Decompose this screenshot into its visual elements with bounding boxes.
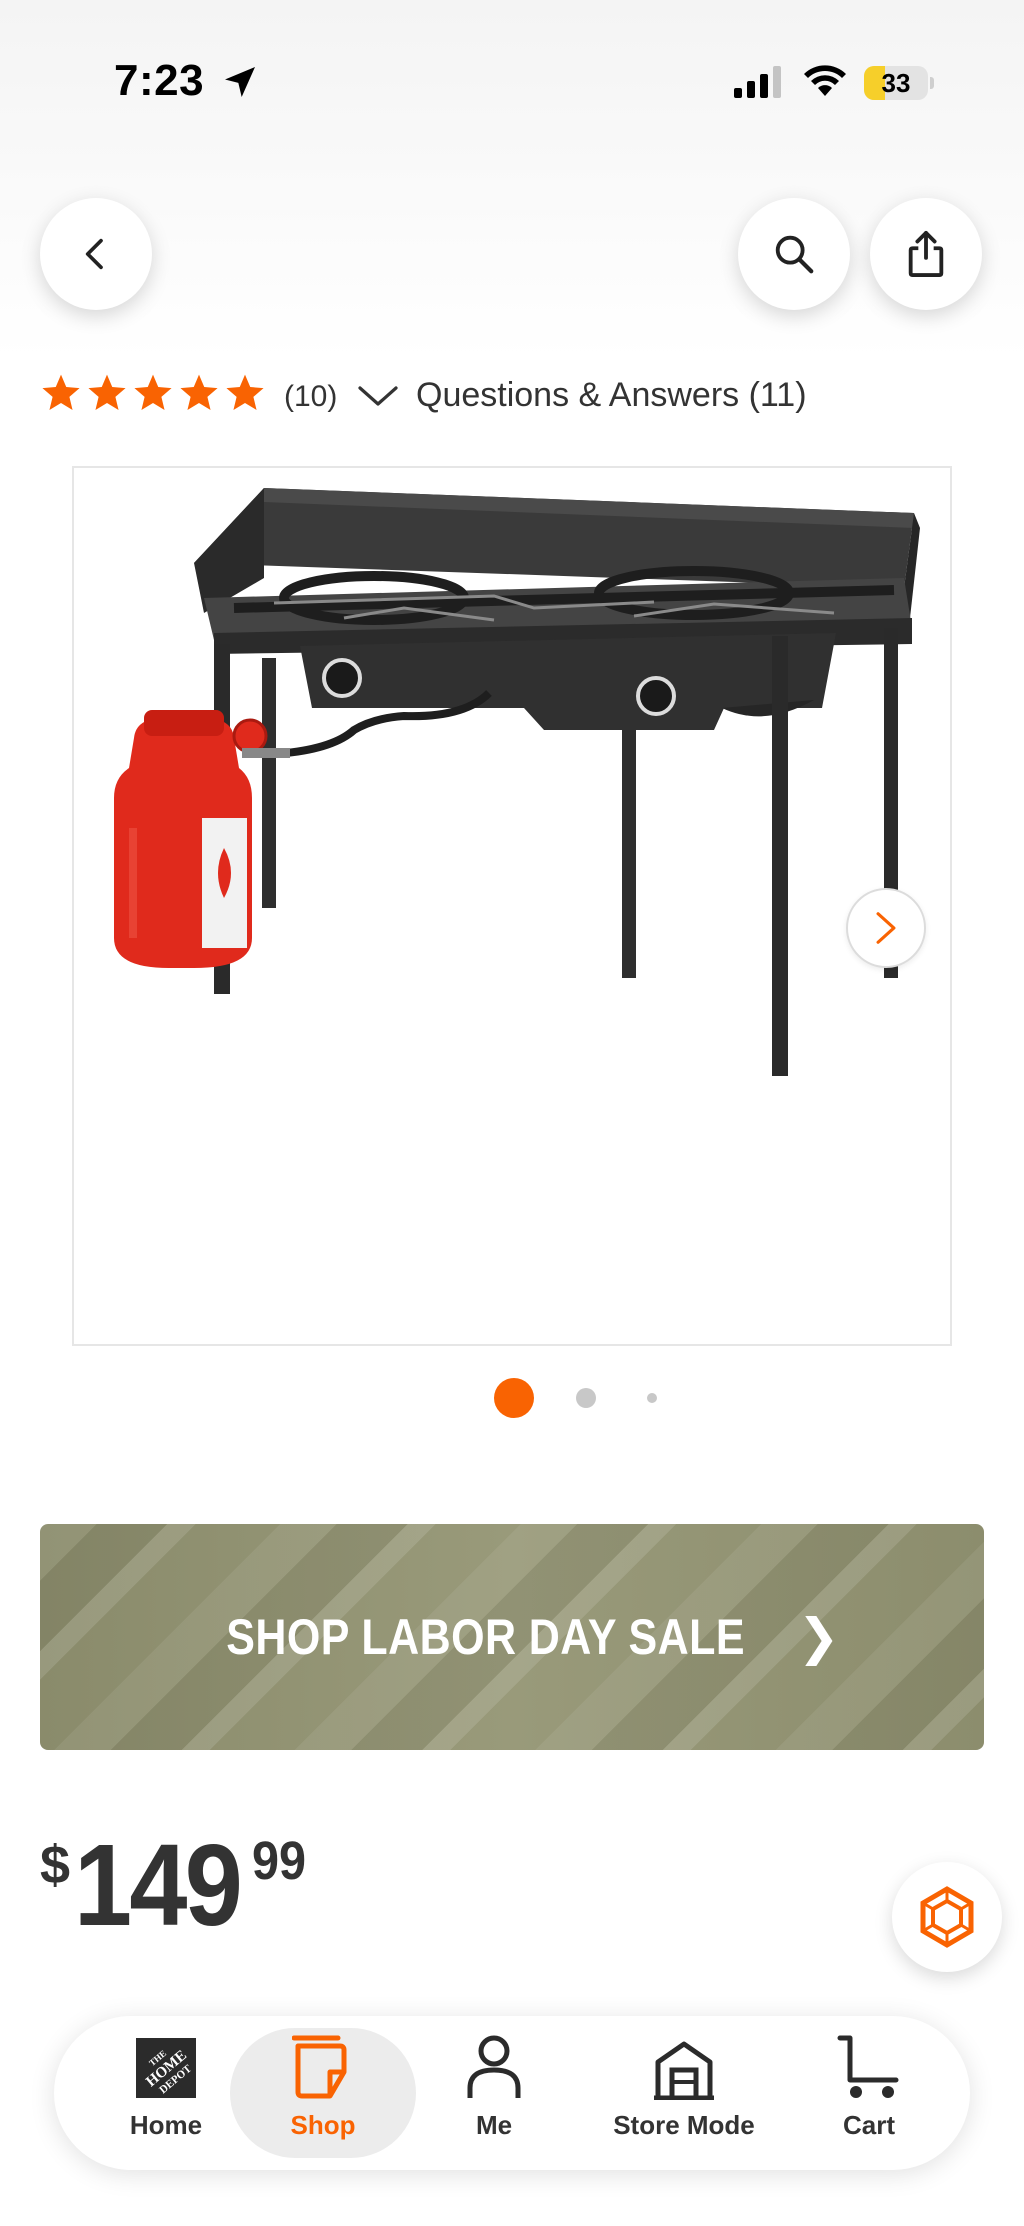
nav-home[interactable]: THE HOME DEPOT Home <box>98 2028 234 2158</box>
price-dollars: 149 <box>74 1820 243 1950</box>
search-icon <box>775 235 814 274</box>
price-currency: $ <box>40 1835 71 1895</box>
cellular-signal-icon <box>734 66 781 98</box>
nav-home-label: Home <box>129 2110 203 2140</box>
rating-row: (10) Questions & Answers (11) <box>40 370 1000 426</box>
camp-stove-image <box>114 488 920 1076</box>
star-rating[interactable] <box>40 372 266 414</box>
product-image[interactable] <box>72 466 952 1346</box>
share-button[interactable] <box>870 198 982 310</box>
image-pagination <box>0 1378 1024 1418</box>
star-icon <box>88 374 126 410</box>
wifi-icon <box>804 65 846 96</box>
person-icon <box>467 2035 521 2098</box>
shop-bag-icon <box>292 2035 347 2099</box>
status-time: 7:23 <box>114 56 205 105</box>
home-depot-logo-icon: THE HOME DEPOT <box>136 2038 196 2098</box>
chevron-left-icon <box>85 238 103 270</box>
pagination-dot-active[interactable] <box>494 1378 534 1418</box>
pagination-dot[interactable] <box>647 1393 657 1403</box>
star-icon <box>42 374 80 410</box>
nav-shop[interactable]: Shop <box>230 2028 416 2158</box>
search-button[interactable] <box>738 198 850 310</box>
labor-day-sale-banner[interactable]: SHOP LABOR DAY SALE ❯ <box>40 1524 984 1750</box>
share-icon <box>908 231 944 278</box>
star-icon <box>134 374 172 410</box>
chevron-right-icon <box>876 912 896 944</box>
store-icon <box>654 2041 714 2100</box>
chevron-down-icon[interactable] <box>356 380 400 412</box>
sale-banner-label: SHOP LABOR DAY SALE <box>226 1609 746 1665</box>
status-bar: 7:23 33 <box>0 0 1024 170</box>
battery-percent: 33 <box>881 68 911 98</box>
location-arrow-icon <box>225 67 255 97</box>
nav-store-mode[interactable]: Store Mode <box>594 2028 774 2158</box>
pagination-dot[interactable] <box>576 1388 596 1408</box>
assistant-button[interactable] <box>892 1862 1002 1972</box>
hexagon-logo-icon <box>920 1886 974 1948</box>
nav-me-label: Me <box>475 2110 513 2140</box>
star-icon <box>180 374 218 410</box>
bottom-navigation: THE HOME DEPOT Home Shop Me Store Mode C… <box>54 2016 970 2170</box>
price-cents: 99 <box>252 1831 307 1891</box>
nav-shop-label: Shop <box>290 2110 356 2140</box>
next-image-button[interactable] <box>846 888 926 968</box>
nav-cart[interactable]: Cart <box>814 2028 924 2158</box>
questions-answers-link[interactable]: Questions & Answers (11) <box>416 376 807 415</box>
nav-store-mode-label: Store Mode <box>613 2110 755 2140</box>
star-icon <box>226 374 264 410</box>
review-count[interactable]: (10) <box>284 380 337 414</box>
battery-indicator: 33 <box>864 66 934 100</box>
back-button[interactable] <box>40 198 152 310</box>
nav-cart-label: Cart <box>842 2110 895 2140</box>
cart-icon <box>837 2035 899 2098</box>
chevron-right-icon: ❯ <box>797 1609 840 1665</box>
nav-me[interactable]: Me <box>444 2028 544 2158</box>
